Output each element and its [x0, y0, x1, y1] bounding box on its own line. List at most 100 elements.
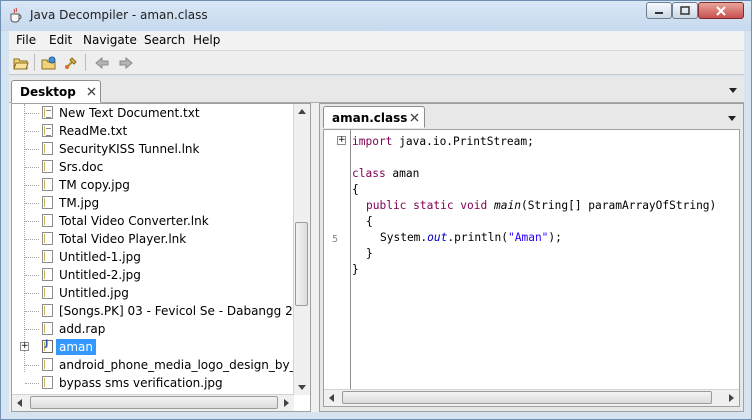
- open-folder-icon: [41, 56, 56, 69]
- close-window-button[interactable]: [698, 2, 744, 19]
- forward-button[interactable]: [117, 54, 135, 71]
- menu-help[interactable]: Help: [193, 33, 220, 47]
- file-icon: [42, 142, 53, 155]
- tree-item-label: TM copy.jpg: [59, 178, 130, 192]
- tree-item[interactable]: SecurityKISS Tunnel.lnk: [12, 140, 302, 158]
- editor-tab-dropdown-icon[interactable]: [728, 116, 736, 121]
- menu-search[interactable]: Search: [144, 33, 185, 47]
- code-line-class: class aman: [352, 167, 419, 180]
- scroll-down-icon[interactable]: [298, 385, 306, 390]
- tree-item[interactable]: android_phone_media_logo_design_by_raxar: [12, 356, 310, 374]
- field-name: out: [427, 231, 448, 244]
- code-line-inner-close: }: [366, 247, 373, 260]
- file-icon: [42, 286, 53, 299]
- tree-connector: [25, 167, 39, 168]
- fold-toggle-icon[interactable]: +: [337, 136, 346, 145]
- tree-item[interactable]: Total Video Converter.lnk: [12, 212, 302, 230]
- code-text: );: [548, 231, 562, 244]
- scroll-thumb[interactable]: [30, 396, 278, 409]
- tree-item-label: Untitled.jpg: [59, 286, 129, 300]
- tab-desktop[interactable]: Desktop: [11, 80, 101, 103]
- file-icon: [42, 322, 53, 335]
- scroll-right-icon[interactable]: [284, 399, 289, 407]
- tree-item-label: ReadMe.txt: [59, 124, 128, 138]
- window-title: Java Decompiler - aman.class: [30, 8, 208, 22]
- code-text: System.: [380, 231, 428, 244]
- line-number: 5: [332, 234, 339, 245]
- tree-connector: [25, 275, 39, 276]
- code-line-inner-brace: {: [366, 215, 373, 228]
- maximize-icon: [680, 6, 690, 15]
- minimize-icon: [655, 11, 663, 14]
- tree-item-label: add.rap: [59, 322, 106, 336]
- file-icon: [42, 250, 53, 263]
- open-folder-button[interactable]: [40, 54, 58, 71]
- scroll-thumb[interactable]: [295, 222, 308, 306]
- scroll-thumb[interactable]: [342, 391, 712, 404]
- toolbar-separator: [34, 54, 35, 71]
- tree-vertical-scrollbar[interactable]: [293, 104, 310, 395]
- tree-item-label: bypass sms verification.jpg: [59, 376, 223, 390]
- expand-toggle-icon[interactable]: +: [20, 342, 29, 351]
- string-literal: "Aman": [508, 231, 549, 244]
- open-type-icon: [65, 56, 77, 69]
- tree-connector: [25, 149, 39, 150]
- file-icon: [42, 214, 53, 227]
- keyword: import: [352, 135, 393, 148]
- close-tab-icon[interactable]: [410, 113, 419, 122]
- tree-item[interactable]: [Songs.PK] 03 - Fevicol Se - Dabangg 2.m…: [12, 302, 310, 320]
- tree-connector: [25, 311, 39, 312]
- close-tab-icon[interactable]: [87, 87, 96, 96]
- tree-item[interactable]: New Text Document.txt: [12, 104, 302, 122]
- tree-item[interactable]: ReadMe.txt: [12, 122, 302, 140]
- editor-pane: aman.class + 5 import java.io.PrintStrea…: [319, 103, 744, 412]
- code-editor[interactable]: + 5 import java.io.PrintStream; class am…: [323, 129, 740, 407]
- tree-item[interactable]: TM copy.jpg: [12, 176, 302, 194]
- file-icon: [42, 304, 53, 317]
- tree-connector: [25, 293, 39, 294]
- menu-navigate[interactable]: Navigate: [83, 33, 137, 47]
- text-file-icon: [42, 124, 53, 137]
- code-line-close: }: [352, 263, 359, 276]
- scroll-left-icon[interactable]: [329, 394, 334, 402]
- tree-item[interactable]: bypass sms verification.jpg: [12, 374, 302, 392]
- line-gutter: + 5: [324, 130, 351, 390]
- code-text: (String[] paramArrayOfString): [520, 199, 717, 212]
- tree-item[interactable]: TM.jpg: [12, 194, 302, 212]
- tree-connector: [25, 239, 39, 240]
- tree-horizontal-scrollbar[interactable]: [12, 394, 294, 411]
- java-file-icon: J: [42, 339, 53, 353]
- file-icon: [42, 232, 53, 245]
- maximize-button[interactable]: [672, 2, 698, 19]
- tree-item[interactable]: Untitled.jpg: [12, 284, 302, 302]
- tree-connector: [25, 203, 39, 204]
- open-file-button[interactable]: [12, 54, 30, 71]
- scroll-left-icon[interactable]: [17, 399, 22, 407]
- tab-aman-class[interactable]: aman.class: [323, 106, 425, 128]
- file-icon: [42, 160, 53, 173]
- tree-connector: [25, 221, 39, 222]
- tab-desktop-label: Desktop: [20, 85, 76, 99]
- menu-file[interactable]: File: [16, 33, 36, 47]
- tree-item[interactable]: Srs.doc: [12, 158, 302, 176]
- tree-item-selected[interactable]: + J aman: [12, 338, 302, 356]
- tree-item[interactable]: Total Video Player.lnk: [12, 230, 302, 248]
- scroll-right-icon[interactable]: [729, 394, 734, 402]
- top-tab-bar: Desktop: [9, 76, 744, 103]
- tab-list-dropdown-icon[interactable]: [729, 88, 737, 93]
- tree-item-label: Untitled-1.jpg: [59, 250, 141, 264]
- minimize-button[interactable]: [646, 2, 672, 19]
- back-button[interactable]: [93, 54, 111, 71]
- back-arrow-icon: [95, 56, 109, 69]
- scroll-up-icon[interactable]: [298, 109, 306, 114]
- editor-horizontal-scrollbar[interactable]: [324, 389, 739, 406]
- tree-item-label: aman: [56, 339, 97, 355]
- tree-item[interactable]: add.rap: [12, 320, 302, 338]
- open-type-button[interactable]: [62, 54, 80, 71]
- menu-edit[interactable]: Edit: [49, 33, 72, 47]
- title-bar[interactable]: Java Decompiler - aman.class: [1, 1, 751, 31]
- tree-item-label: New Text Document.txt: [59, 106, 200, 120]
- tree-item[interactable]: Untitled-1.jpg: [12, 248, 302, 266]
- tree-connector: [25, 383, 39, 384]
- tree-item[interactable]: Untitled-2.jpg: [12, 266, 302, 284]
